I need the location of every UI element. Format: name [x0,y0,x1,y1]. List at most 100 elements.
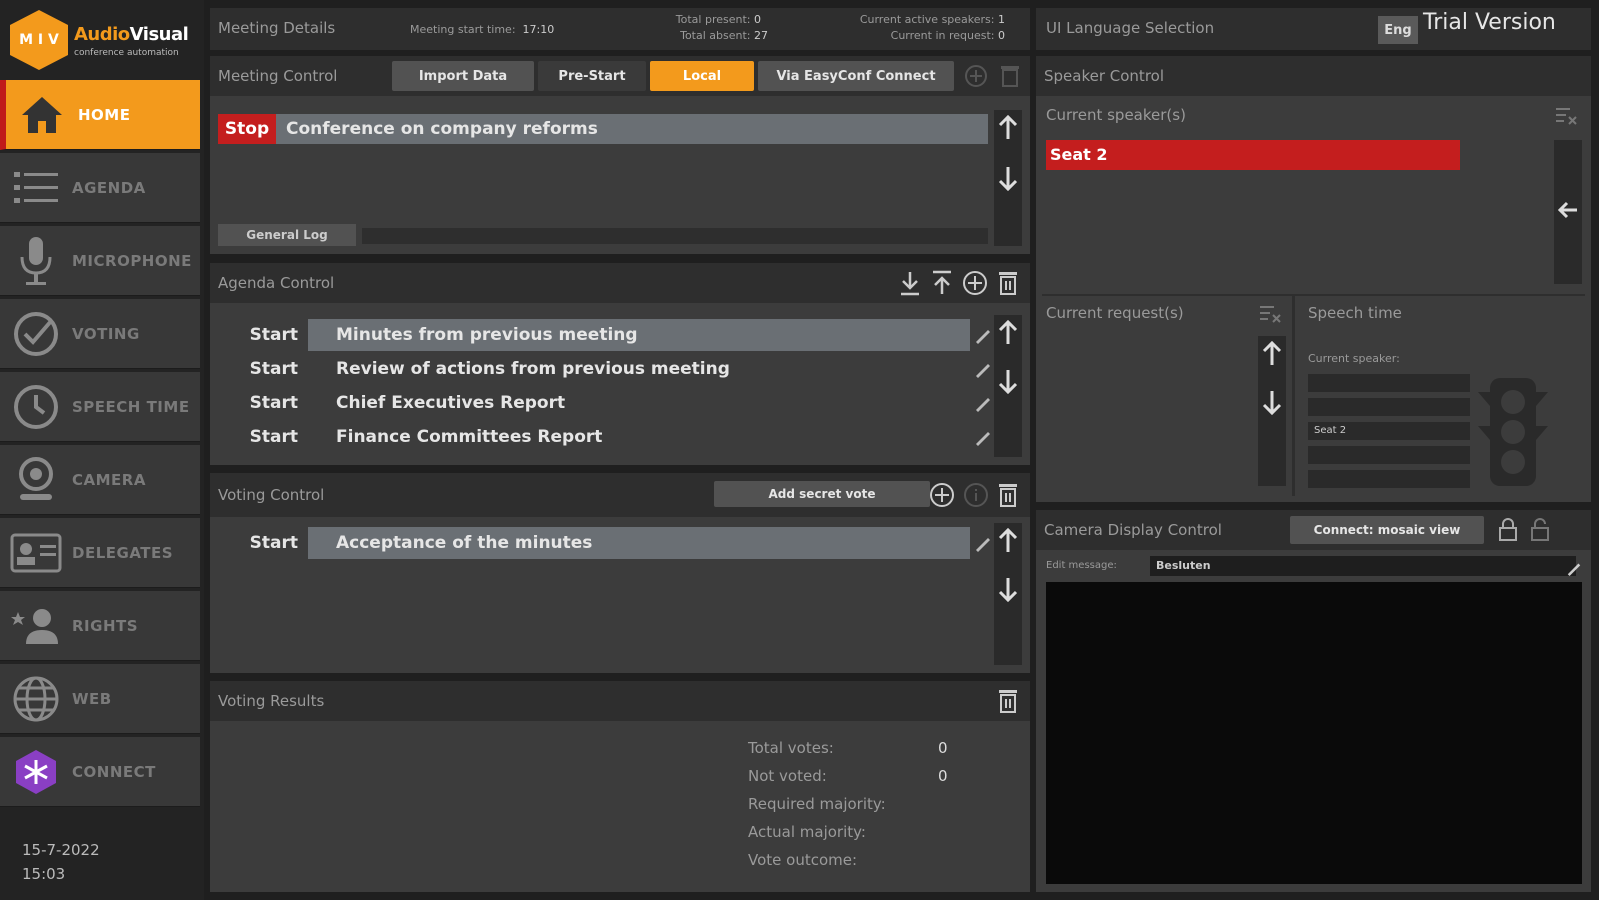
arrow-down-icon[interactable] [994,575,1022,603]
delete-results-icon[interactable] [994,687,1022,715]
trial-version-label: Trial Version [1423,10,1556,35]
arrow-up-icon[interactable] [1258,340,1286,368]
total-votes-value: 0 [938,739,948,757]
nav-voting-label: VOTING [72,324,140,343]
agenda-item[interactable]: Start Chief Executives Report [218,387,996,419]
meeting-scroll [994,110,1022,246]
agenda-item-text: Minutes from previous meeting [308,319,970,351]
arrow-up-icon[interactable] [994,114,1022,142]
arrow-up-icon[interactable] [994,527,1022,555]
current-time: 15:03 [22,865,66,883]
edit-pencil-icon[interactable] [970,534,996,552]
meeting-start-label: Meeting start time: [410,23,516,36]
local-button[interactable]: Local [650,61,754,91]
not-voted-value: 0 [938,767,948,785]
import-data-button[interactable]: Import Data [392,61,534,91]
edit-message-input[interactable]: Besluten [1150,556,1576,576]
camera-preview [1046,582,1582,884]
speaker-control-panel: Speaker Control Current speaker(s) Seat … [1036,56,1591,502]
in-request-value: 0 [998,29,1005,42]
edit-pencil-icon[interactable] [970,360,996,378]
microphone-icon [0,235,72,287]
general-log-button[interactable]: General Log [218,224,356,246]
agenda-item[interactable]: Start Minutes from previous meeting [218,319,996,351]
nav-camera[interactable]: CAMERA [0,445,200,515]
add-secret-vote-button[interactable]: Add secret vote [714,481,930,507]
nav-agenda[interactable]: AGENDA [0,153,200,223]
time-row [1308,470,1470,488]
voting-results-panel: Voting Results Total votes: 0 Not voted:… [210,681,1030,892]
agenda-start-button[interactable]: Start [218,427,308,447]
nav-delegates[interactable]: DELEGATES [0,518,200,588]
unlock-icon[interactable] [1526,516,1554,544]
app-root: M I V AudioVisual conference automation … [0,0,1599,900]
nav-web-label: WEB [72,689,112,708]
nav-rights-label: RIGHTS [72,616,139,635]
connect-logo-icon [0,748,72,796]
pre-start-button[interactable]: Pre-Start [538,61,646,91]
nav-voting[interactable]: VOTING [0,299,200,369]
nav-home[interactable]: HOME [0,80,200,150]
voting-control-title: Voting Control [218,486,325,504]
nav-connect[interactable]: CONNECT [0,737,200,807]
user-star-icon [0,606,72,646]
current-speaker-seat[interactable]: Seat 2 [1046,140,1460,170]
edit-pencil-icon[interactable] [970,428,996,446]
vote-start-button[interactable]: Start [218,533,308,553]
upload-icon[interactable] [928,269,956,297]
nav-speech-time[interactable]: SPEECH TIME [0,372,200,442]
home-icon [6,91,78,139]
active-speakers-value: 1 [998,13,1005,26]
delete-meeting-icon[interactable] [996,62,1024,90]
language-select[interactable]: Eng [1378,16,1418,44]
agenda-start-button[interactable]: Start [218,393,308,413]
arrow-left-icon[interactable] [1554,196,1582,224]
vote-item[interactable]: Start Acceptance of the minutes [218,527,996,559]
agenda-item[interactable]: Start Finance Committees Report [218,421,996,453]
nav-connect-label: CONNECT [72,762,156,781]
speaker-counts: Current active speakers: 1 Current in re… [810,12,1010,44]
lock-icon[interactable] [1494,516,1522,544]
delete-vote-icon[interactable] [994,481,1022,509]
arrow-down-icon[interactable] [1258,388,1286,416]
connect-mosaic-button[interactable]: Connect: mosaic view [1290,516,1484,544]
info-icon[interactable] [962,481,990,509]
meeting-start: Meeting start time: 17:10 [410,23,554,36]
logo-brand-b: Visual [129,24,189,45]
log-line [362,228,988,244]
add-agenda-icon[interactable] [961,269,989,297]
delete-agenda-icon[interactable] [994,269,1022,297]
vote-item-text: Acceptance of the minutes [308,527,970,559]
agenda-start-button[interactable]: Start [218,359,308,379]
clear-speakers-icon[interactable] [1552,102,1580,130]
camera-display-panel: Camera Display Control Connect: mosaic v… [1036,510,1591,892]
list-icon [0,168,72,208]
nav-web[interactable]: WEB [0,664,200,734]
arrow-down-icon[interactable] [994,367,1022,395]
add-vote-icon[interactable] [928,481,956,509]
total-absent-label: Total absent: [680,29,751,42]
logo-hex-icon: M I V [10,10,68,70]
id-card-icon [0,533,72,573]
add-meeting-icon[interactable] [962,62,990,90]
clear-requests-icon[interactable] [1256,300,1284,328]
edit-pencil-icon[interactable] [970,394,996,412]
agenda-item[interactable]: Start Review of actions from previous me… [218,353,996,385]
agenda-start-button[interactable]: Start [218,325,308,345]
edit-pencil-icon[interactable] [1560,554,1588,582]
edit-pencil-icon[interactable] [970,326,996,344]
nav-microphone[interactable]: MICROPHONE [0,226,200,296]
globe-icon [0,674,72,724]
current-speakers-label: Current speaker(s) [1046,106,1186,124]
download-icon[interactable] [896,269,924,297]
arrow-up-icon[interactable] [994,319,1022,347]
agenda-item-text: Review of actions from previous meeting [336,359,730,379]
time-row [1308,398,1470,416]
nav-speech-time-label: SPEECH TIME [72,397,190,416]
nav-rights[interactable]: RIGHTS [0,591,200,661]
stop-meeting-button[interactable]: Stop [218,114,276,144]
easyconf-connect-button[interactable]: Via EasyConf Connect [758,61,954,91]
time-row-seat: Seat 2 [1308,422,1470,440]
meeting-control-title: Meeting Control [218,67,338,85]
arrow-down-icon[interactable] [994,164,1022,192]
